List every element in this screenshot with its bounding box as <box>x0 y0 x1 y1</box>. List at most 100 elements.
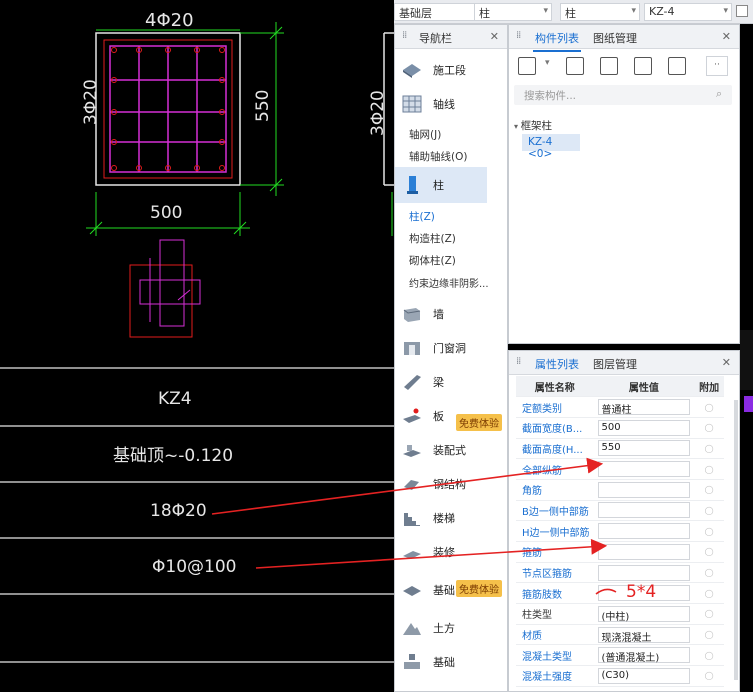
component-search-input[interactable]: 搜索构件... <box>514 85 732 105</box>
grid-icon <box>402 95 422 113</box>
property-value-cell: 现浇混凝土 <box>593 624 695 646</box>
tree-node-frame-column[interactable]: ▾ 框架柱 <box>514 118 552 133</box>
tree-item-kz4[interactable]: KZ-4 <0> <box>522 134 580 160</box>
more-button[interactable]: ·· <box>706 56 728 76</box>
property-row[interactable]: 节点区箍筋 ◯ <box>516 562 724 584</box>
property-value-field[interactable]: 现浇混凝土 <box>597 626 691 644</box>
sub-item-column[interactable]: 柱(Z) <box>409 209 435 224</box>
property-attach-checkbox[interactable]: ◯ <box>694 541 724 563</box>
stairs-icon <box>404 513 420 526</box>
close-icon[interactable]: ✕ <box>722 356 731 369</box>
property-attach-checkbox[interactable]: ◯ <box>694 644 724 667</box>
property-attach-checkbox[interactable]: ◯ <box>694 665 724 687</box>
property-row[interactable]: 角筋 ◯ <box>516 479 724 501</box>
property-attach-checkbox[interactable]: ◯ <box>694 479 724 501</box>
nav-item-decoration[interactable]: 装修 <box>401 535 487 569</box>
property-attach-checkbox[interactable]: ◯ <box>694 582 724 605</box>
nav-item-opening[interactable]: 门窗洞 <box>401 331 487 365</box>
type-select-2[interactable]: 柱 ▾ <box>560 3 640 21</box>
property-row[interactable]: B边一侧中部筋 ◯ <box>516 500 724 522</box>
nav-item-axis[interactable]: 轴线 <box>401 87 487 121</box>
save-icon[interactable] <box>668 57 686 75</box>
property-value-field[interactable]: 500 <box>597 419 691 436</box>
close-icon[interactable]: ✕ <box>490 30 499 43</box>
property-attach-checkbox[interactable]: ◯ <box>694 562 724 584</box>
property-attach-checkbox[interactable]: ◯ <box>694 417 724 439</box>
grip-icon[interactable]: ⁞⁞ <box>516 30 521 41</box>
nav-item-section[interactable]: 施工段 <box>401 53 487 87</box>
handwritten-annotation: 5*4 <box>626 582 657 602</box>
side-marker <box>744 396 753 412</box>
scrollbar[interactable] <box>734 400 738 680</box>
grip-icon[interactable]: ⁞⁞ <box>516 356 521 367</box>
sub-item-grid[interactable]: 轴网(J) <box>409 127 441 142</box>
delete-icon[interactable] <box>600 57 618 75</box>
property-value-field[interactable]: (中柱) <box>597 605 691 623</box>
property-name: 材质 <box>516 624 594 646</box>
slab-icon <box>403 408 421 423</box>
property-value-cell: (C30) <box>593 665 695 687</box>
property-row[interactable]: 混凝土强度 (C30) ◯ <box>516 665 724 687</box>
component-select[interactable]: KZ-4 ▾ <box>644 3 732 21</box>
tab-drawing-management[interactable]: 图纸管理 <box>593 30 637 46</box>
tab-property-list[interactable]: 属性列表 <box>533 356 581 378</box>
property-row[interactable]: 全部纵筋 ◯ <box>516 458 724 480</box>
property-row[interactable]: 箍筋肢数 ◯ <box>516 582 724 605</box>
sub-item-masonry-column[interactable]: 砌体柱(Z) <box>409 253 456 268</box>
property-value-field[interactable] <box>597 564 691 581</box>
property-value-field[interactable] <box>597 523 691 540</box>
cad-drawing-canvas[interactable]: 4Φ20 3Φ20 550 500 3Φ20 KZ4 基础顶~-0.120 18… <box>0 0 400 692</box>
free-trial-badge[interactable]: 免费体验 <box>456 414 502 431</box>
nav-item-column[interactable]: 柱 <box>395 167 487 203</box>
sub-item-constructional-column[interactable]: 构造柱(Z) <box>409 231 456 246</box>
property-attach-checkbox[interactable]: ◯ <box>694 624 724 646</box>
property-value-field[interactable]: (普通混凝土) <box>597 647 691 664</box>
search-icon[interactable]: ⌕ <box>716 87 722 101</box>
table-row-kz4: KZ4 <box>158 389 192 409</box>
layer-copy-icon[interactable] <box>634 57 652 75</box>
property-value-field[interactable] <box>597 461 691 478</box>
property-row[interactable]: 箍筋 ◯ <box>516 541 724 563</box>
property-value-field[interactable] <box>597 543 691 560</box>
nav-item-wall[interactable]: 墙 <box>401 297 487 331</box>
prefab-icon <box>403 445 421 457</box>
checkbox[interactable] <box>736 5 748 17</box>
chevron-down-icon[interactable]: ▾ <box>545 58 550 68</box>
nav-item-stairs[interactable]: 楼梯 <box>401 501 487 535</box>
property-row[interactable]: 定额类别 普通柱 ◯ <box>516 396 724 418</box>
sub-item-aux-axis[interactable]: 辅助轴线(O) <box>409 149 467 164</box>
type-select-1[interactable]: 柱 ▾ <box>474 3 552 21</box>
property-value-field[interactable]: (C30) <box>597 667 691 684</box>
property-attach-checkbox[interactable]: ◯ <box>694 603 724 625</box>
property-row[interactable]: 截面宽度(B... 500 ◯ <box>516 417 724 439</box>
new-icon[interactable] <box>518 57 536 75</box>
property-row[interactable]: 材质 现浇混凝土 ◯ <box>516 624 724 646</box>
close-icon[interactable]: ✕ <box>722 30 731 43</box>
property-row[interactable]: 截面高度(H... 550 ◯ <box>516 438 724 460</box>
property-value-field[interactable] <box>597 481 691 498</box>
property-row[interactable]: 柱类型 (中柱) ◯ <box>516 603 724 625</box>
property-attach-checkbox[interactable]: ◯ <box>694 520 724 542</box>
property-value-field[interactable] <box>597 502 691 519</box>
tab-component-list[interactable]: 构件列表 <box>533 30 581 52</box>
property-value-cell <box>593 541 695 563</box>
nav-item-earthwork[interactable]: 土方 <box>401 611 487 645</box>
property-row[interactable]: 混凝土类型 (普通混凝土) ◯ <box>516 644 724 667</box>
property-attach-checkbox[interactable]: ◯ <box>694 438 724 460</box>
nav-item-foundation[interactable]: 基础 <box>401 645 487 679</box>
nav-item-prefab[interactable]: 装配式 <box>401 433 487 467</box>
sub-item-boundary[interactable]: 约束边缘非阴影... <box>409 275 489 290</box>
property-attach-checkbox[interactable]: ◯ <box>694 396 724 418</box>
panel-splitter[interactable] <box>740 330 753 390</box>
copy-icon[interactable] <box>566 57 584 75</box>
property-attach-checkbox[interactable]: ◯ <box>694 500 724 522</box>
free-trial-badge[interactable]: 免费体验 <box>456 580 502 597</box>
property-row[interactable]: H边一侧中部筋 ◯ <box>516 520 724 542</box>
grip-icon[interactable]: ⁞⁞ <box>402 30 407 41</box>
property-attach-checkbox[interactable]: ◯ <box>694 458 724 480</box>
nav-item-beam[interactable]: 梁 <box>401 365 487 399</box>
nav-item-steel[interactable]: 钢结构 <box>401 467 487 501</box>
property-value-field[interactable]: 普通柱 <box>597 399 691 416</box>
tab-layer-management[interactable]: 图层管理 <box>593 356 637 372</box>
property-value-field[interactable]: 550 <box>597 440 691 457</box>
